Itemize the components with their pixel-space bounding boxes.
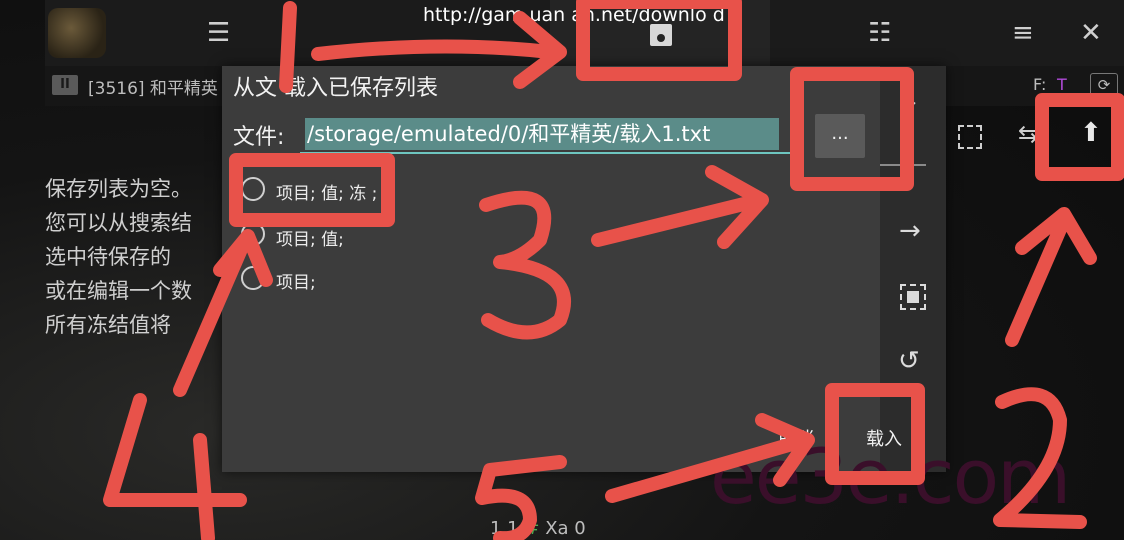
filter-value[interactable]: T (1057, 75, 1067, 94)
list-icon[interactable]: ☷ (868, 20, 891, 46)
process-name: [3516] 和平精英 (88, 79, 218, 99)
history-icon[interactable]: ↺ (898, 346, 920, 376)
chevron-down-icon[interactable]: ⌄ (903, 88, 920, 112)
app-logo[interactable] (48, 8, 106, 58)
radio-option-2[interactable] (241, 222, 265, 246)
dialog-side-panel (880, 66, 946, 472)
watermark-text: ee3e.com (710, 432, 1071, 521)
status-count: 1 1 (490, 518, 519, 539)
option-label-1: 项目; 值; 冻 ; (276, 184, 378, 204)
close-icon[interactable]: ✕ (1080, 20, 1102, 46)
filter-label: F: (1033, 75, 1047, 94)
swap-icon[interactable]: ⇆ (1018, 120, 1038, 148)
status-xa: Xa 0 (545, 518, 586, 539)
browse-button[interactable]: ... (815, 114, 865, 158)
radio-option-1[interactable] (241, 177, 265, 201)
empty-list-message: 保存列表为空。 您可以从搜索结 选中待保存的 或在编辑一个数 所有冻结值将 (45, 177, 192, 337)
url-overlay-text: http://gam uan an.net/downlo d (423, 4, 725, 26)
pause-icon[interactable]: II (52, 75, 78, 95)
arrow-right-icon[interactable]: → (899, 216, 921, 246)
file-path-input[interactable]: /storage/emulated/0/和平精英/载入1.txt (305, 118, 779, 150)
refresh-icon[interactable]: ⟳ (1090, 73, 1118, 97)
input-underline (300, 152, 790, 154)
menu-icon[interactable]: ≡ (1012, 20, 1034, 46)
upload-icon[interactable]: ⬆ (1080, 118, 1102, 148)
radio-option-3[interactable] (241, 266, 265, 290)
option-label-2: 项目; 值; (276, 230, 344, 250)
status-hash: # (524, 518, 540, 539)
option-label-3: 项目; (276, 273, 316, 293)
file-label: 文件: (233, 125, 285, 150)
divider (880, 164, 926, 166)
dialog-title: 从文 载入已保存列表 (233, 76, 438, 101)
settings-sliders-icon[interactable]: ☰ (207, 20, 230, 46)
select-all-icon[interactable] (958, 125, 982, 149)
select-icon[interactable] (900, 284, 926, 310)
bottom-status: 1 1 # Xa 0 (490, 518, 586, 539)
save-icon (650, 24, 672, 46)
